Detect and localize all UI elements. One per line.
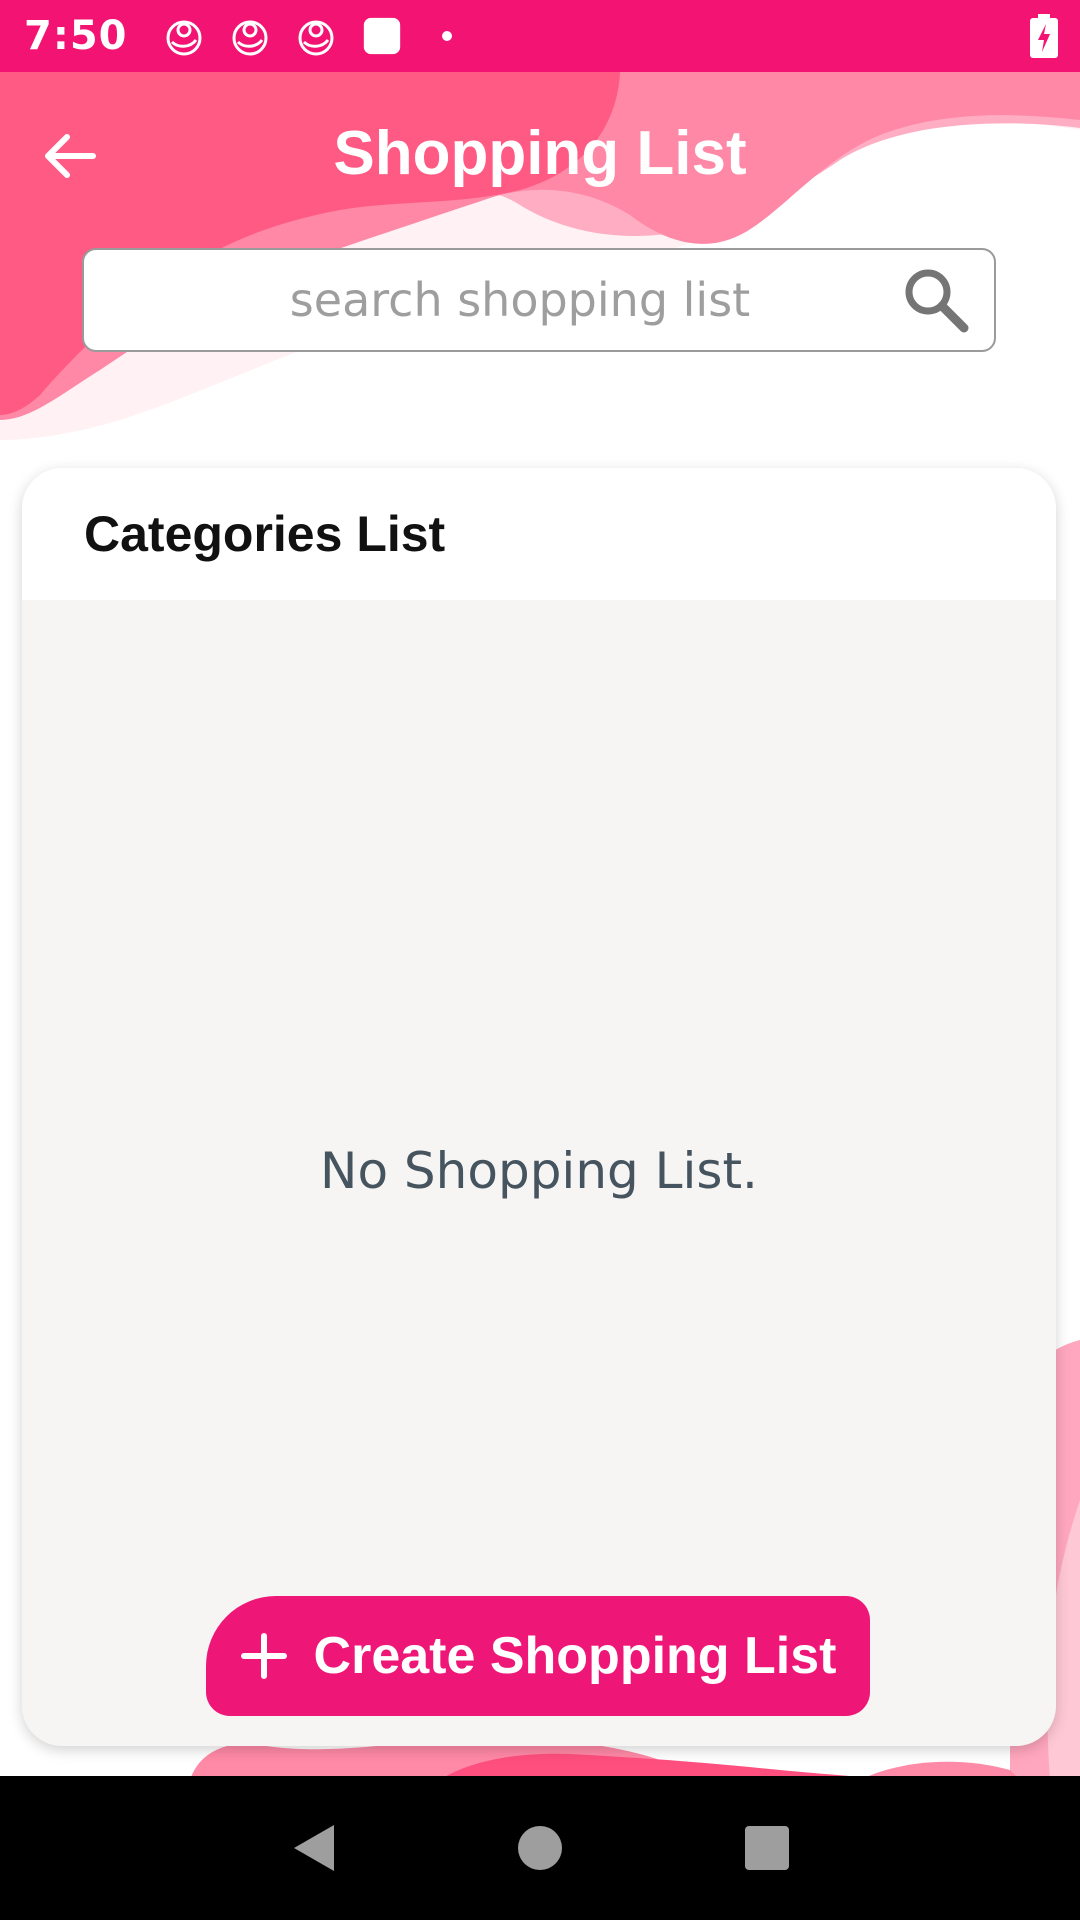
- app-notification-icon: [164, 16, 204, 56]
- nav-back-icon[interactable]: [283, 1818, 343, 1878]
- nav-home-icon[interactable]: [510, 1818, 570, 1878]
- dot-icon: [441, 31, 452, 41]
- plus-icon: [240, 1632, 288, 1680]
- search-input[interactable]: [84, 250, 896, 350]
- app-notification-icon: [230, 16, 270, 56]
- status-time: 7:50: [24, 13, 128, 59]
- nav-recents-icon[interactable]: [737, 1818, 797, 1878]
- page-title: Shopping List: [333, 119, 747, 188]
- search-bar: [82, 248, 996, 352]
- notification-icons: [164, 16, 452, 56]
- search-icon[interactable]: [896, 260, 976, 340]
- battery-charging-icon: [1030, 14, 1058, 58]
- status-bar: 7:50: [0, 0, 1080, 72]
- card-header: Categories List: [22, 468, 1056, 600]
- create-shopping-list-button[interactable]: Create Shopping List: [206, 1596, 870, 1716]
- square-notification-icon: [362, 16, 402, 56]
- categories-card: Categories List No Shopping List. Create…: [22, 468, 1056, 1746]
- screen: 7:50 Shopping List search shopping list …: [0, 0, 1080, 1920]
- empty-state-message: No Shopping List.: [320, 1142, 758, 1200]
- navigation-bar: [0, 1776, 1080, 1920]
- app-notification-icon: [296, 16, 336, 56]
- card-title: Categories List: [84, 506, 446, 562]
- create-button-label: Create Shopping List: [313, 1627, 837, 1685]
